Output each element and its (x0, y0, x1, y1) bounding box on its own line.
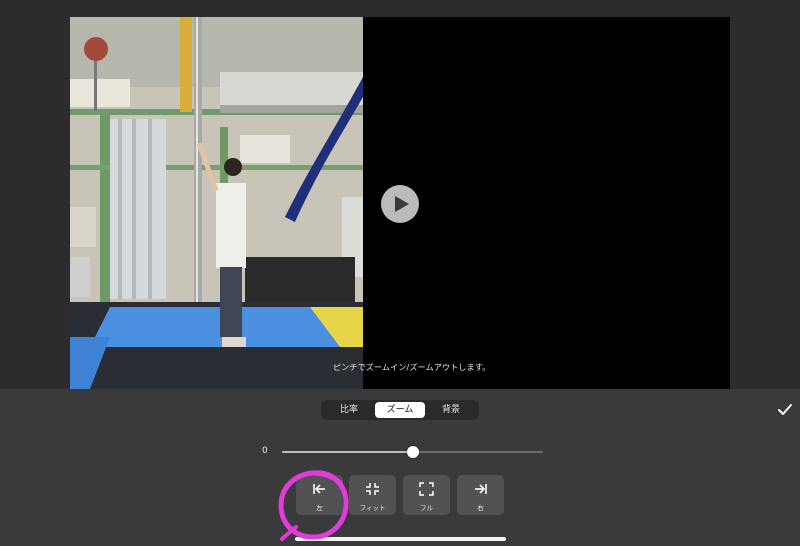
preview-area: ピンチでズームイン/ズームアウトします。 (0, 0, 800, 389)
zoom-slider-fill (282, 451, 413, 453)
align-left-label: 左 (316, 504, 323, 512)
fit-label: フィット (359, 504, 386, 512)
align-right-icon (475, 484, 487, 494)
fit-button[interactable]: フィット (349, 475, 396, 515)
home-indicator[interactable] (295, 537, 506, 541)
zoom-slider-thumb[interactable] (406, 446, 419, 458)
fullscreen-icon (419, 482, 434, 496)
align-right-label: 右 (477, 504, 484, 512)
video-preview[interactable]: ピンチでズームイン/ズームアウトします。 (70, 17, 730, 389)
checkmark-icon[interactable] (776, 401, 794, 419)
align-left-button[interactable]: 左 (296, 475, 343, 515)
full-button[interactable]: フル (403, 475, 450, 515)
pinch-zoom-hint: ピンチでズームイン/ズームアウトします。 (333, 363, 491, 372)
video-frame-image (70, 17, 363, 389)
play-button[interactable] (381, 185, 419, 223)
align-left-icon (313, 484, 325, 494)
tab-background[interactable]: 背景 (427, 402, 475, 418)
play-icon (395, 196, 409, 212)
align-right-button[interactable]: 右 (457, 475, 504, 515)
edit-panel: 比率 ズーム 背景 0 左 フィット フル 右 (0, 389, 800, 546)
slider-value-label: 0 (262, 446, 268, 456)
full-label: フル (420, 504, 433, 512)
fit-inward-icon (366, 483, 379, 495)
mode-segmented-control: 比率 ズーム 背景 (321, 400, 479, 420)
tab-ratio[interactable]: 比率 (325, 402, 373, 418)
tab-zoom[interactable]: ズーム (375, 402, 425, 418)
